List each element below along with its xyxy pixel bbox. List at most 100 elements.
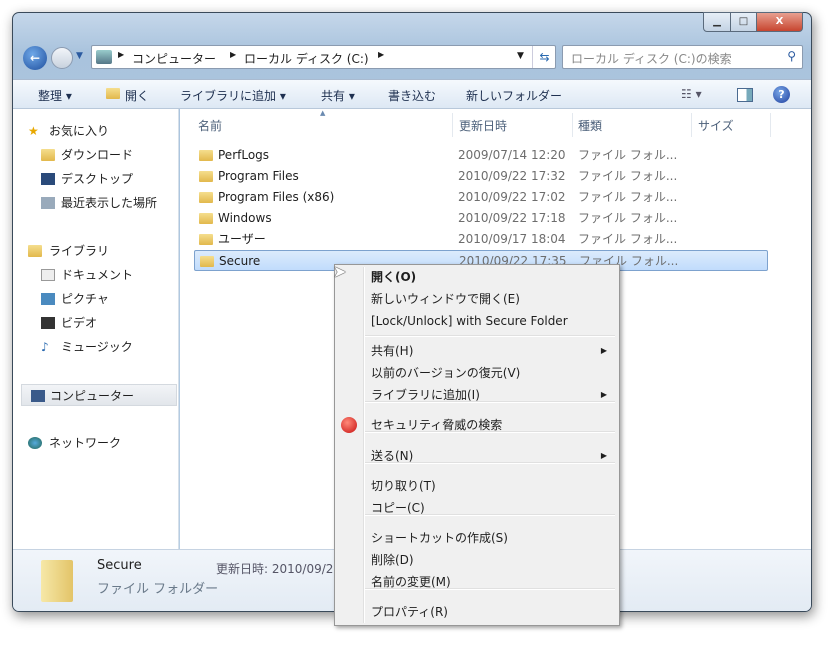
menu-item[interactable]: 切り取り(T)	[371, 476, 611, 496]
folder-icon	[199, 213, 213, 224]
burn-button[interactable]: 書き込む	[388, 87, 436, 104]
menu-separator	[365, 431, 615, 433]
file-name: Windows	[218, 211, 272, 225]
menu-item[interactable]: [Lock/Unlock] with Secure Folder	[371, 311, 611, 331]
file-name: ユーザー	[218, 232, 266, 246]
sidebar-item-libraries[interactable]: ライブラリ	[13, 240, 179, 262]
submenu-arrow-icon: ▶	[600, 346, 607, 355]
help-icon[interactable]: ?	[773, 86, 790, 103]
security-scan-icon	[341, 417, 357, 433]
file-type: ファイル フォル...	[578, 190, 678, 204]
recent-places-icon	[41, 197, 55, 209]
context-menu: 開く(O) 新しいウィンドウで開く(E) [Lock/Unlock] with Se…	[334, 264, 620, 626]
file-type: ファイル フォル...	[578, 169, 678, 183]
back-button[interactable]: ←	[23, 46, 47, 70]
file-name: PerfLogs	[218, 148, 270, 162]
videos-icon	[41, 317, 55, 329]
file-date: 2010/09/22 17:18	[458, 211, 566, 225]
file-type: ファイル フォル...	[578, 232, 678, 246]
sidebar-item-pictures[interactable]: ピクチャ	[13, 288, 179, 310]
recent-pages-dropdown[interactable]: ▼	[76, 51, 83, 61]
sidebar-item-videos[interactable]: ビデオ	[13, 312, 179, 334]
documents-icon	[41, 269, 55, 281]
view-options-icon[interactable]: ☷ ▾	[681, 87, 702, 101]
maximize-button[interactable]: □	[730, 12, 757, 32]
file-row[interactable]: PerfLogs 2009/07/14 12:20 ファイル フォル...	[194, 145, 768, 166]
file-date: 2010/09/22 17:02	[458, 190, 566, 204]
file-name: Secure	[219, 254, 261, 268]
column-header-type[interactable]: 種類	[578, 117, 602, 134]
menu-item[interactable]: 以前のバージョンの復元(V)	[371, 363, 611, 383]
computer-icon	[31, 390, 45, 402]
share-button[interactable]: 共有 ▾	[321, 87, 355, 104]
file-date: 2009/07/14 12:20	[458, 148, 566, 162]
libraries-icon	[28, 245, 42, 257]
menu-item[interactable]: 新しいウィンドウで開く(E)	[371, 289, 611, 309]
pictures-icon	[41, 293, 55, 305]
breadcrumb-computer[interactable]: コンピューター	[132, 50, 216, 67]
sidebar-item-documents[interactable]: ドキュメント	[13, 264, 179, 286]
address-dropdown[interactable]: ▼	[517, 51, 524, 61]
menu-separator	[365, 514, 615, 516]
network-icon	[28, 437, 42, 449]
mouse-cursor-icon: ➤	[333, 262, 347, 281]
column-header-size[interactable]: サイズ	[698, 117, 734, 134]
selected-name: Secure	[97, 558, 142, 573]
command-bar: 整理 ▾ 開く ライブラリに追加 ▾ 共有 ▾ 書き込む 新しいフォルダー ☷ …	[13, 79, 811, 109]
folder-icon	[199, 234, 213, 245]
file-row[interactable]: Program Files 2010/09/22 17:32 ファイル フォル.…	[194, 166, 768, 187]
menu-item[interactable]: 削除(D)	[371, 550, 611, 570]
new-folder-button[interactable]: 新しいフォルダー	[466, 87, 562, 104]
search-input[interactable]: ローカル ディスク (C:)の検索 ⚲	[562, 45, 803, 69]
sidebar-item-recent[interactable]: 最近表示した場所	[13, 192, 179, 214]
menu-separator	[365, 588, 615, 590]
file-row[interactable]: Program Files (x86) 2010/09/22 17:02 ファイ…	[194, 187, 768, 208]
open-button[interactable]: 開く	[125, 87, 149, 104]
downloads-icon	[41, 149, 55, 161]
folder-large-icon	[41, 560, 73, 602]
sidebar-item-computer[interactable]: コンピューター	[21, 384, 177, 406]
column-header-name[interactable]: 名前	[198, 117, 222, 134]
file-name: Program Files (x86)	[218, 190, 335, 204]
sort-ascending-icon: ▲	[320, 109, 326, 117]
menu-item[interactable]: 共有(H) ▶	[371, 341, 611, 361]
column-header-date[interactable]: 更新日時	[459, 117, 507, 134]
search-placeholder: ローカル ディスク (C:)の検索	[571, 52, 732, 66]
sidebar-item-desktop[interactable]: デスクトップ	[13, 168, 179, 190]
menu-separator	[365, 462, 615, 464]
search-icon[interactable]: ⚲	[787, 49, 796, 63]
folder-icon	[200, 256, 214, 267]
computer-drive-icon	[96, 50, 112, 64]
preview-pane-icon[interactable]	[737, 88, 753, 102]
menu-item[interactable]: プロパティ(R)	[371, 602, 611, 622]
menu-separator	[365, 335, 615, 337]
sidebar-item-music[interactable]: ♪ ミュージック	[13, 336, 179, 358]
folder-icon	[199, 150, 213, 161]
file-date: 2010/09/17 18:04	[458, 232, 566, 246]
address-bar[interactable]: ▶ コンピューター ▶ ローカル ディスク (C:) ▶ ▼ ⇆	[91, 45, 556, 69]
breadcrumb-local-disk[interactable]: ローカル ディスク (C:)	[244, 50, 369, 67]
file-type: ファイル フォル...	[578, 211, 678, 225]
refresh-icon[interactable]: ⇆	[532, 46, 556, 68]
close-button[interactable]: X	[756, 12, 803, 32]
forward-button[interactable]	[51, 47, 73, 69]
folder-icon	[199, 192, 213, 203]
minimize-button[interactable]: ▁	[703, 12, 731, 32]
menu-item[interactable]: 開く(O)	[371, 267, 611, 287]
menu-separator	[365, 401, 615, 403]
file-row[interactable]: Windows 2010/09/22 17:18 ファイル フォル...	[194, 208, 768, 229]
menu-item[interactable]: ショートカットの作成(S)	[371, 528, 611, 548]
music-icon: ♪	[41, 340, 49, 354]
sidebar-item-downloads[interactable]: ダウンロード	[13, 144, 179, 166]
file-row[interactable]: ユーザー 2010/09/17 18:04 ファイル フォル...	[194, 229, 768, 250]
file-name: Program Files	[218, 169, 299, 183]
file-date: 2010/09/22 17:32	[458, 169, 566, 183]
add-to-library-button[interactable]: ライブラリに追加 ▾	[180, 87, 286, 104]
sidebar-item-favorites[interactable]: ★ お気に入り	[13, 120, 179, 142]
selected-modified: 更新日時: 2010/09/22	[216, 562, 342, 576]
sidebar-item-network[interactable]: ネットワーク	[13, 432, 179, 454]
file-type: ファイル フォル...	[578, 148, 678, 162]
organize-button[interactable]: 整理 ▾	[38, 87, 72, 104]
navigation-pane: ★ お気に入り ダウンロード デスクトップ 最近表示した場所 ライブラリ ドキュメ…	[13, 109, 179, 549]
open-folder-icon	[106, 88, 120, 99]
